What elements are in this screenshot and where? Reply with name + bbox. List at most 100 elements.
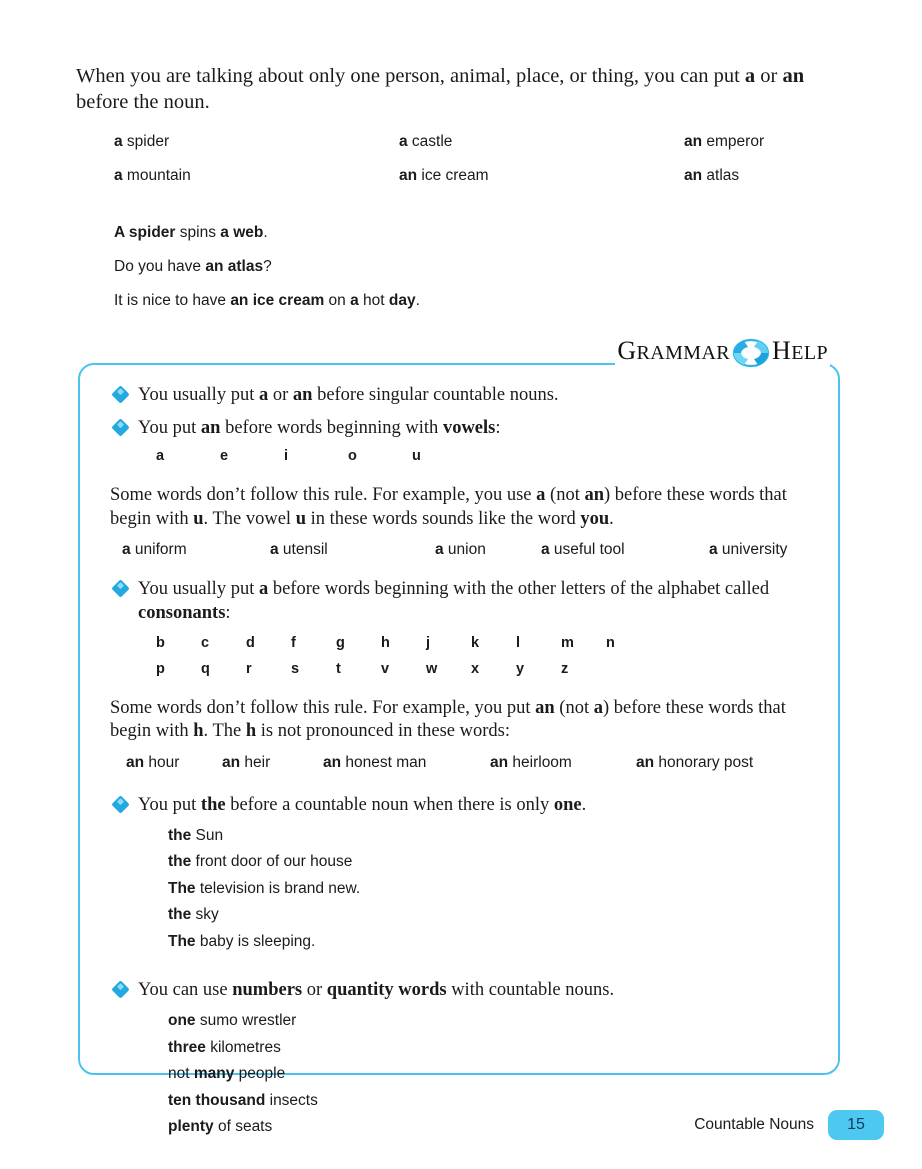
consonant-letter: y	[516, 660, 525, 677]
vowel-letter: o	[348, 448, 357, 465]
bullet-bold: a	[258, 385, 269, 405]
consonant-letter: q	[201, 660, 210, 677]
grammar-word-rest: RAMMAR	[636, 342, 731, 364]
bullet-text: :	[225, 603, 231, 624]
grammar-help-header: GRAMMAR HELP	[615, 336, 830, 368]
u-word-article: a	[709, 541, 718, 559]
note-text: in these words sounds like the word	[305, 508, 581, 529]
h-word-article: an	[490, 753, 509, 771]
consonant-letter: b	[156, 634, 165, 651]
the-article: the	[168, 826, 192, 844]
h-word-noun: heirloom	[508, 753, 572, 771]
consonant-letter: w	[426, 660, 438, 677]
u-word-article: a	[541, 541, 550, 559]
bullet-text: You usually put	[138, 579, 259, 600]
the-phrase: front door of our house	[191, 853, 353, 871]
h-word-row: an hour an heir an honest man an heirloo…	[96, 754, 822, 772]
the-article: the	[168, 906, 192, 924]
h-word-noun: hour	[144, 753, 180, 771]
h-exception-note: Some words don’t follow this rule. For e…	[96, 697, 822, 744]
note-text: . The	[203, 721, 246, 742]
h-word: an heir	[222, 754, 323, 772]
note-bold: you	[580, 508, 610, 529]
sentence-bold: an atlas	[205, 258, 264, 275]
grammar-help-box: You usually put a or an before singular …	[78, 363, 840, 1135]
page-number-badge: 15	[828, 1110, 884, 1140]
bullet-text: before words beginning with	[220, 418, 443, 439]
u-word-article: a	[270, 541, 279, 559]
example-grid-articles: a spider a castle an emperor a mountain …	[114, 125, 854, 193]
example-sentences: A spider spins a web. Do you have an atl…	[114, 216, 420, 318]
the-example-item: the Sun	[168, 827, 822, 854]
the-article: the	[168, 853, 192, 871]
h-word: an honest man	[323, 754, 490, 772]
bullet-item-consonants: You usually put a before words beginning…	[96, 577, 822, 625]
example-noun: spider	[122, 133, 170, 150]
consonant-letter: z	[561, 660, 569, 677]
bullet-text: with countable nouns.	[446, 980, 615, 1001]
quantity-word: many	[193, 1065, 235, 1083]
example-article: an	[399, 167, 418, 184]
sentence-bold: a web	[220, 224, 264, 241]
bullet-bold: an	[292, 385, 313, 405]
quantity-prefix: not	[168, 1065, 194, 1083]
quantity-word: ten thousand	[168, 1091, 266, 1109]
consonant-letter-row-1: b c d f g h j k l m n	[96, 635, 822, 651]
u-word-noun: useful tool	[549, 541, 625, 559]
the-example-item: the sky	[168, 906, 822, 933]
consonant-letter: j	[426, 634, 431, 651]
bullet-text: before words beginning with the other le…	[268, 579, 770, 600]
the-example-item: The baby is sleeping.	[168, 933, 822, 960]
quantity-example-item: one sumo wrestler	[168, 1012, 822, 1039]
consonant-letter: k	[471, 634, 480, 651]
example-cell: an ice cream	[399, 167, 684, 185]
bullet-item-vowels: You put an before words beginning with v…	[96, 416, 822, 440]
example-row: a mountain an ice cream an atlas	[114, 159, 854, 193]
u-word-noun: utensil	[278, 541, 328, 559]
u-word: a university	[709, 541, 787, 559]
bullet-item-the: You put the before a countable noun when…	[96, 793, 822, 817]
example-article: a	[114, 133, 123, 150]
h-word-noun: honorary post	[654, 753, 754, 771]
u-word: a utensil	[270, 541, 435, 559]
example-cell: an emperor	[684, 133, 854, 151]
the-phrase: sky	[191, 906, 219, 924]
bullet-text: You can use	[138, 980, 233, 1001]
sentence-bold: a	[350, 292, 359, 309]
bullet-text: You put	[138, 418, 201, 439]
the-phrase: television is brand new.	[195, 879, 361, 897]
bullet-bold: vowels	[442, 418, 496, 439]
u-word-row: a uniform a utensil a union a useful too…	[96, 541, 822, 559]
h-word: an heirloom	[490, 754, 636, 772]
h-word-noun: honest man	[341, 753, 427, 771]
example-article: a	[114, 167, 123, 184]
diamond-bullet-icon	[111, 579, 130, 599]
bullet-text: or	[268, 385, 293, 405]
example-row: a spider a castle an emperor	[114, 125, 854, 159]
quantity-noun: insects	[265, 1091, 318, 1109]
note-text: (not	[545, 485, 585, 506]
intro-bold-a: a	[744, 65, 756, 87]
intro-paragraph: When you are talking about only one pers…	[76, 63, 826, 115]
example-noun: ice cream	[417, 167, 489, 184]
u-word-noun: union	[443, 541, 486, 559]
the-phrase: Sun	[191, 826, 224, 844]
note-bold: a	[593, 697, 603, 718]
quantity-example-item: not many people	[168, 1065, 822, 1092]
u-word-article: a	[435, 541, 444, 559]
sentence-3: It is nice to have an ice cream on a hot…	[114, 284, 420, 318]
the-example-item: the front door of our house	[168, 853, 822, 880]
note-bold: h	[193, 721, 204, 742]
sentence-text: .	[263, 224, 268, 241]
consonant-letter: x	[471, 660, 480, 677]
note-text: Some words don’t follow this rule. For e…	[110, 697, 536, 718]
diamond-bullet-icon	[111, 385, 130, 404]
consonant-letter: l	[516, 634, 521, 651]
h-word-noun: heir	[240, 753, 271, 771]
the-article: The	[168, 932, 196, 950]
the-example-list: the Sun the front door of our house The …	[96, 827, 822, 960]
quantity-noun: of seats	[213, 1118, 273, 1136]
bullet-bold: an	[200, 418, 221, 439]
the-phrase: baby is sleeping.	[195, 932, 316, 950]
sentence-1: A spider spins a web.	[114, 216, 420, 250]
